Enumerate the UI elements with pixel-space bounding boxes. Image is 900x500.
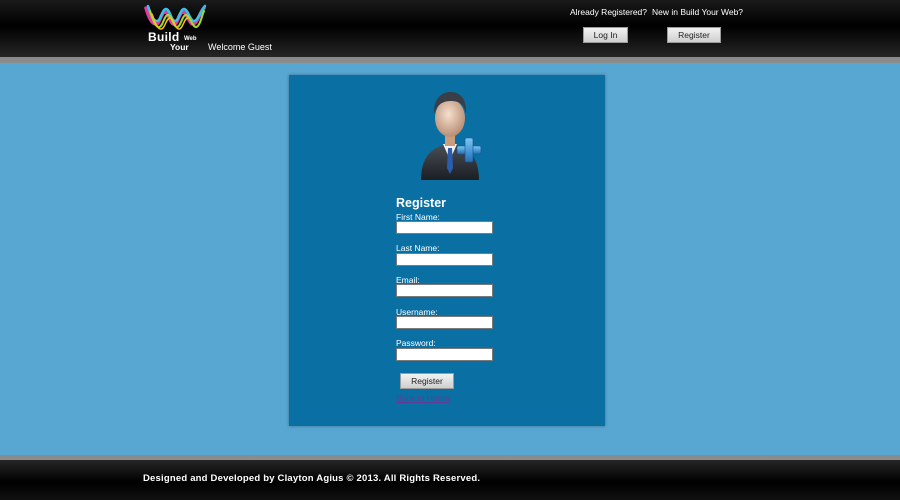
password-input[interactable] <box>396 348 493 361</box>
new-user-label: New in Build Your Web? <box>652 7 744 17</box>
register-title: Register <box>396 196 447 210</box>
user-add-icon <box>421 91 482 180</box>
email-input[interactable] <box>396 284 493 297</box>
register-panel: Register First Name: Last Name: Email: U… <box>289 75 605 426</box>
password-label: Password: <box>396 338 436 348</box>
already-registered-label: Already Registered? <box>570 7 648 17</box>
site-header: Build Web Your Welcome Guest Already Reg… <box>0 0 900 57</box>
back-to-home-link[interactable]: Back to Home <box>396 393 449 403</box>
welcome-text: Welcome Guest <box>208 42 272 52</box>
logo-word-your: Your <box>170 42 189 52</box>
last-name-input[interactable] <box>396 253 493 266</box>
footer-copyright: Designed and Developed by Clayton Agius … <box>143 473 481 484</box>
login-button[interactable]: Log In <box>583 27 628 43</box>
site-logo[interactable]: Build Web Your <box>142 2 208 52</box>
register-submit-button[interactable]: Register <box>400 373 454 389</box>
header-divider <box>0 57 900 63</box>
site-footer: Designed and Developed by Clayton Agius … <box>0 460 900 500</box>
username-input[interactable] <box>396 316 493 329</box>
first-name-input[interactable] <box>396 221 493 234</box>
last-name-label: Last Name: <box>396 243 440 253</box>
header-register-button[interactable]: Register <box>667 27 721 43</box>
